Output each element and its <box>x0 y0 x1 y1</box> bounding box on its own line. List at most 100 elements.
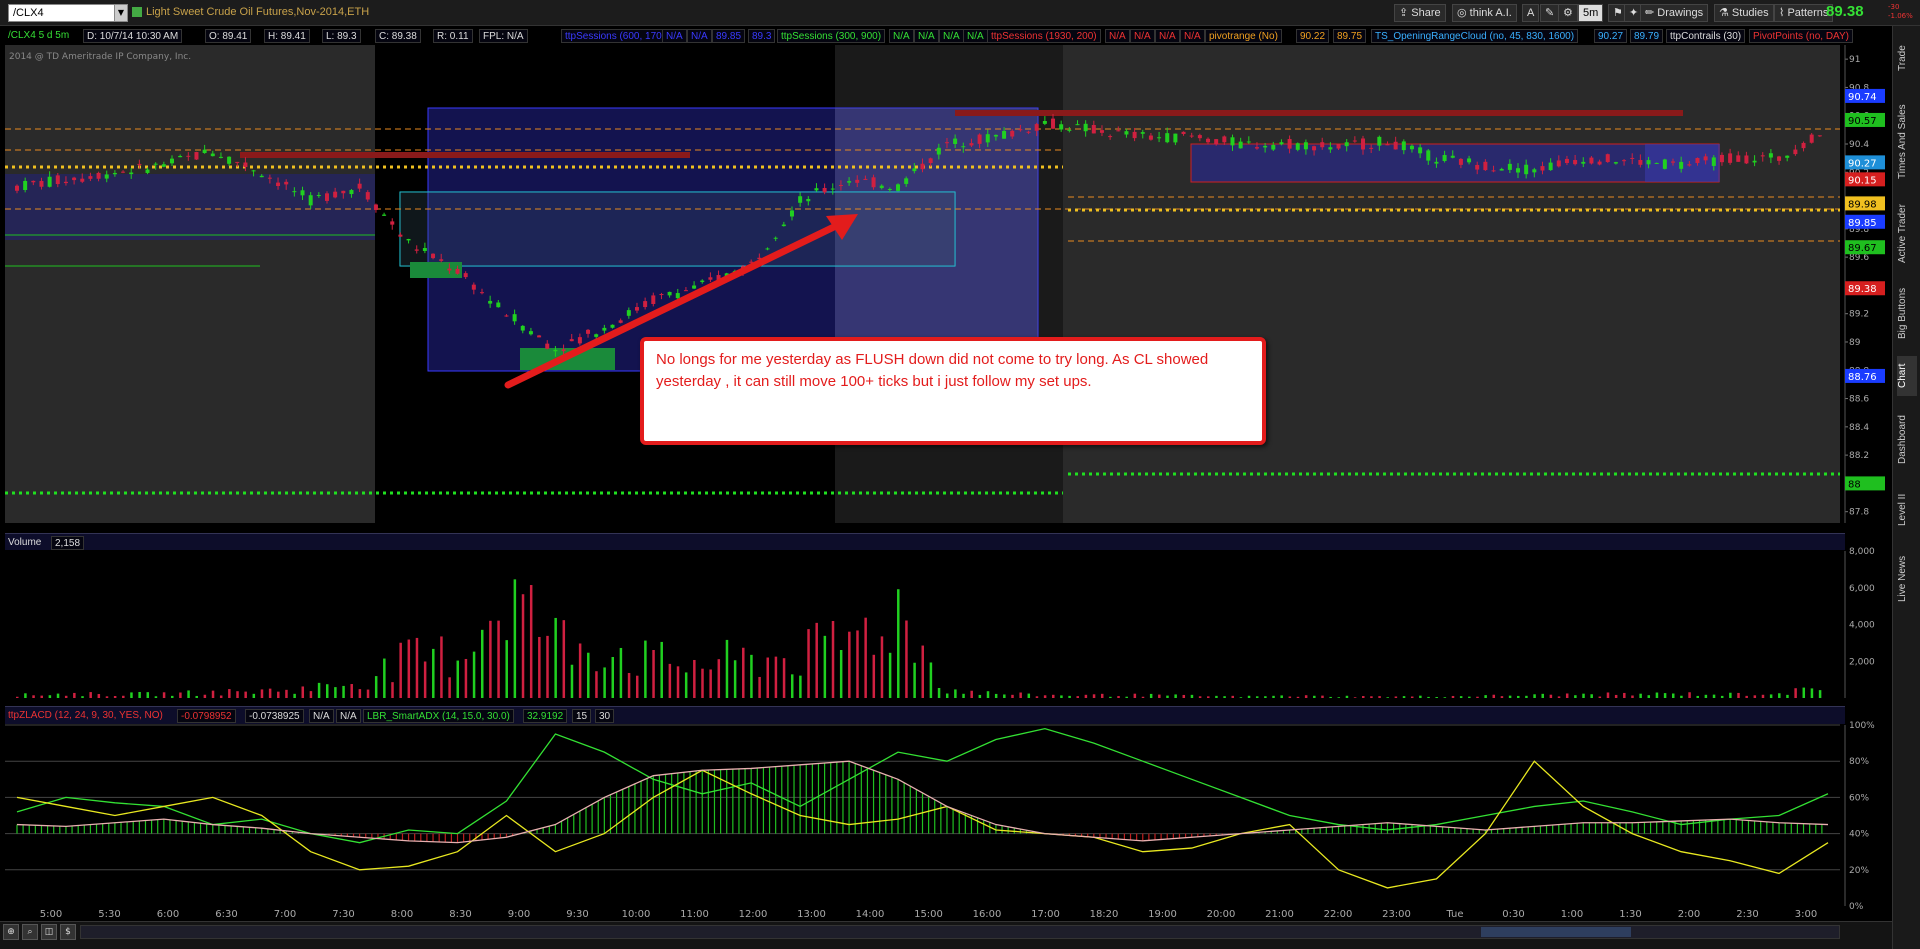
dollar-icon[interactable]: $ <box>60 924 76 940</box>
studies-button[interactable]: ⚗ Studies <box>1714 4 1774 22</box>
patterns-button[interactable]: ⌇ Patterns <box>1774 4 1834 22</box>
volume-bar <box>986 691 990 698</box>
study-ttpzlacd[interactable]: ttpZLACD (12, 24, 9, 30, YES, NO) <box>5 709 166 723</box>
price-axis-label: 88.4 <box>1849 423 1869 433</box>
study-pivotpoints[interactable]: PivotPoints (no, DAY) <box>1749 29 1853 43</box>
chart-header: /CLX4 5 d 5m D: 10/7/14 10:30 AM O: 89.4… <box>5 27 1853 44</box>
volume-bar <box>497 620 500 698</box>
candle-body <box>1507 163 1512 170</box>
instrument-icon <box>132 7 142 17</box>
candle-body <box>1222 136 1227 143</box>
candle-body <box>406 239 411 241</box>
candle-body <box>528 331 533 335</box>
volume-bar <box>790 674 794 698</box>
study-opening-range-cloud[interactable]: TS_OpeningRangeCloud (no, 45, 830, 1600) <box>1371 29 1579 43</box>
volume-label[interactable]: Volume <box>5 536 44 550</box>
magnify-icon[interactable]: ⌕ <box>22 924 38 940</box>
study-ttpsessions-3[interactable]: ttpSessions (1930, 200) <box>987 29 1101 43</box>
scroll-thumb[interactable] <box>1481 927 1631 937</box>
study-lbr-smartadx[interactable]: LBR_SmartADX (14, 15.0, 30.0) <box>363 709 514 723</box>
tab-big-buttons[interactable]: Big Buttons <box>1897 278 1917 348</box>
symbol-input[interactable] <box>8 4 118 22</box>
volume-bar <box>758 676 761 698</box>
candle-body <box>700 280 705 283</box>
symbol-dropdown-icon[interactable]: ▼ <box>114 4 128 22</box>
volume-axis-label: 2,000 <box>1849 657 1875 667</box>
price-chart[interactable]: 9190.890.690.490.29089.889.689.489.28988… <box>0 26 1892 921</box>
candle-body <box>561 349 566 352</box>
volume-bar <box>945 693 949 698</box>
candle-body <box>1140 132 1145 134</box>
tab-live-news[interactable]: Live News <box>1897 544 1917 614</box>
candle-body <box>243 162 248 168</box>
price-marker-label: 88.76 <box>1848 372 1877 383</box>
volume-bar <box>880 636 884 698</box>
wrench-icon[interactable]: ✎ <box>1540 4 1560 22</box>
volume-bar <box>187 690 190 698</box>
time-axis-label: 2:00 <box>1678 909 1700 920</box>
time-axis-label: 8:00 <box>391 909 413 920</box>
volume-bar <box>1729 692 1732 698</box>
candle-body <box>1181 131 1186 135</box>
study-ttpsessions-2[interactable]: ttpSessions (300, 900) <box>777 29 886 43</box>
price-axis-label: 89.6 <box>1849 253 1869 263</box>
study-ttpsessions-1[interactable]: ttpSessions (600, 1700) <box>561 29 675 43</box>
zoom-icon[interactable]: ⊕ <box>3 924 19 940</box>
volume-bar <box>1517 695 1520 698</box>
price-marker-label: 90.74 <box>1848 92 1877 103</box>
volume-bar <box>1296 696 1300 698</box>
share-button[interactable]: ⇪ Share <box>1394 4 1446 22</box>
candle-body <box>1254 147 1259 149</box>
candle-body <box>1271 144 1276 150</box>
price-axis-label: 88.6 <box>1849 395 1869 405</box>
volume-bar <box>1761 694 1765 698</box>
annotation-callout[interactable]: No longs for me yesterday as FLUSH down … <box>640 337 1266 445</box>
candle-body <box>1083 123 1088 132</box>
volume-bar <box>138 691 141 698</box>
candle-body <box>422 248 427 251</box>
flask-icon: ⚗ <box>1719 7 1732 19</box>
tab-dashboard[interactable]: Dashboard <box>1897 404 1917 476</box>
candle-body <box>1516 168 1521 173</box>
tab-active-trader[interactable]: Active Trader <box>1897 198 1917 270</box>
candle-body <box>1361 138 1366 150</box>
camera-icon[interactable]: ◫ <box>41 924 57 940</box>
tab-level-ii[interactable]: Level II <box>1897 484 1917 536</box>
volume-bar <box>1035 696 1039 698</box>
volume-bar <box>1329 696 1332 698</box>
instrument-description: Light Sweet Crude Oil Futures,Nov-2014,E… <box>146 6 370 18</box>
price-marker-label: 90.57 <box>1848 116 1877 127</box>
candle-body <box>577 337 582 344</box>
study-pivotrange[interactable]: pivotrange (No) <box>1205 29 1282 43</box>
candle-body <box>431 253 436 259</box>
study-ttpcontrails[interactable]: ttpContrails (30) <box>1666 29 1746 43</box>
tab-trade[interactable]: Trade <box>1897 30 1917 86</box>
volume-value: 2,158 <box>51 536 85 550</box>
tab-times-and-sales[interactable]: Times And Sales <box>1897 94 1917 190</box>
volume-bar <box>782 658 786 698</box>
candle-body <box>55 175 60 185</box>
ai-icon[interactable]: A <box>1522 4 1540 22</box>
candle-body <box>1197 135 1202 139</box>
candle-body <box>1303 142 1308 150</box>
time-scrollbar[interactable] <box>80 925 1840 939</box>
gear-icon[interactable]: ⚙ <box>1558 4 1578 22</box>
volume-bar <box>1092 694 1096 698</box>
volume-bar <box>856 630 859 698</box>
candle-body <box>1148 135 1153 140</box>
candle-body <box>1597 161 1602 165</box>
volume-bar <box>1639 693 1642 698</box>
study-value: N/A <box>687 29 712 43</box>
study-value: N/A <box>309 709 334 723</box>
volume-bar <box>1786 694 1789 698</box>
candle-body <box>1124 131 1129 135</box>
tab-chart[interactable]: Chart <box>1897 356 1917 396</box>
volume-bar <box>301 686 305 698</box>
drawings-button[interactable]: ✏ Drawings <box>1640 4 1709 22</box>
timeframe-selector[interactable]: 5m <box>1578 4 1604 22</box>
candle-body <box>1793 149 1798 155</box>
volume-bar <box>1060 695 1063 698</box>
volume-bar <box>1427 696 1430 698</box>
think-ai-button[interactable]: ◎ think A.I. <box>1452 4 1517 22</box>
resistance-zone <box>955 110 1683 116</box>
